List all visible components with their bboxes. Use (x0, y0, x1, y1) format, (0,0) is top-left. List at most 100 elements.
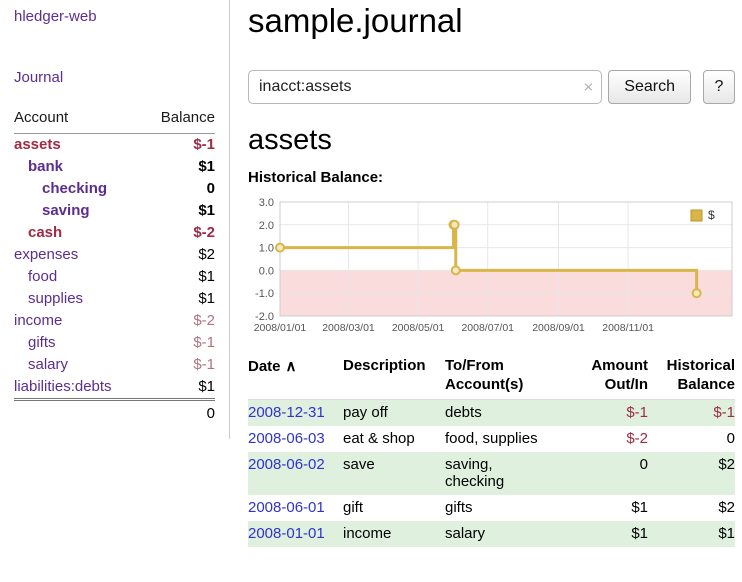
accounts-header-line2: Account(s) (445, 376, 567, 395)
account-link-income[interactable]: income (14, 312, 62, 329)
account-row-liabilities-debts: liabilities:debts $1 (14, 376, 215, 400)
account-link-bank[interactable]: bank (28, 158, 63, 175)
txn-row: 2008-06-03 eat & shop food, supplies $-2… (248, 426, 735, 452)
txn-description-cell: gift (343, 495, 445, 521)
txn-description-cell: pay off (343, 400, 445, 427)
txn-date-cell: 2008-06-03 (248, 426, 343, 452)
account-link-salary[interactable]: salary (28, 356, 68, 373)
balance-header-line2: Balance (648, 376, 735, 395)
account-balance-saving: $1 (143, 200, 215, 222)
brand-link[interactable]: hledger-web (14, 8, 215, 25)
account-link-supplies[interactable]: supplies (28, 290, 83, 307)
account-row-cash: cash $-2 (14, 222, 215, 244)
account-balance-supplies: $1 (143, 288, 215, 310)
column-header-accounts: To/From Account(s) (445, 355, 573, 400)
account-row-salary: salary $-1 (14, 354, 215, 376)
amount-header-line2: Out/In (573, 376, 648, 395)
account-balance-cash: $-2 (143, 222, 215, 244)
accounts-header-row: Account Balance (14, 106, 215, 134)
account-row-assets: assets $-1 (14, 134, 215, 157)
txn-date-link[interactable]: 2008-12-31 (248, 404, 325, 421)
svg-text:$: $ (708, 208, 715, 222)
svg-text:2008/07/01: 2008/07/01 (461, 322, 514, 334)
help-button[interactable]: ? (703, 70, 735, 104)
chart-title: Historical Balance: (248, 169, 735, 186)
svg-text:2.0: 2.0 (259, 220, 274, 232)
txn-amount-cell: 0 (573, 452, 648, 495)
column-header-date[interactable]: Date∧ (248, 355, 343, 400)
txn-description-cell: save (343, 452, 445, 495)
transactions-table: Date∧ Description To/From Account(s) Amo… (248, 355, 735, 548)
txn-row: 2008-06-02 save saving, checking 0 $2 (248, 452, 735, 495)
txn-amount-cell: $1 (573, 521, 648, 547)
app-root: hledger-web Journal Account Balance asse… (0, 0, 742, 547)
page-title: sample.journal (248, 2, 735, 40)
accounts-total-value: 0 (143, 400, 215, 426)
txn-accounts-cell: gifts (445, 495, 573, 521)
txn-description-cell: eat & shop (343, 426, 445, 452)
svg-text:2008/01/01: 2008/01/01 (254, 322, 307, 334)
account-balance-salary: $-1 (143, 354, 215, 376)
txn-date-link[interactable]: 2008-06-02 (248, 456, 325, 473)
txn-balance-cell: $-1 (648, 400, 735, 427)
txn-amount-cell: $-2 (573, 426, 648, 452)
account-link-gifts[interactable]: gifts (28, 334, 56, 351)
date-header-label: Date (248, 358, 281, 375)
svg-text:-1.0: -1.0 (255, 288, 274, 300)
nav-journal-link[interactable]: Journal (14, 69, 215, 86)
txn-date-link[interactable]: 2008-01-01 (248, 525, 325, 542)
account-balance-liabilities-debts: $1 (143, 376, 215, 400)
account-row-income: income $-2 (14, 310, 215, 332)
account-row-saving: saving $1 (14, 200, 215, 222)
column-header-balance: Historical Balance (648, 355, 735, 400)
txn-date-cell: 2008-12-31 (248, 400, 343, 427)
txn-date-link[interactable]: 2008-06-01 (248, 499, 325, 516)
txn-accounts-cell: debts (445, 400, 573, 427)
account-link-assets[interactable]: assets (14, 136, 61, 153)
sidebar: hledger-web Journal Account Balance asse… (0, 0, 230, 439)
txn-amount-cell: $1 (573, 495, 648, 521)
txn-accounts-cell: salary (445, 521, 573, 547)
account-link-saving[interactable]: saving (42, 202, 90, 219)
accounts-header-balance: Balance (143, 106, 215, 134)
account-link-food[interactable]: food (28, 268, 57, 285)
txn-date-cell: 2008-06-02 (248, 452, 343, 495)
accounts-header-account: Account (14, 106, 143, 134)
account-balance-bank: $1 (143, 156, 215, 178)
account-balance-gifts: $-1 (143, 332, 215, 354)
account-balance-income: $-2 (143, 310, 215, 332)
txn-description-cell: income (343, 521, 445, 547)
svg-text:3.0: 3.0 (259, 197, 274, 209)
account-row-checking: checking 0 (14, 178, 215, 200)
historical-balance-chart: 3.02.01.00.0-1.0-2.02008/01/012008/03/01… (248, 194, 735, 341)
account-balance-expenses: $2 (143, 244, 215, 266)
txn-date-link[interactable]: 2008-06-03 (248, 430, 325, 447)
account-row-bank: bank $1 (14, 156, 215, 178)
main-content: sample.journal × Search ? assets Histori… (230, 0, 742, 547)
account-link-cash[interactable]: cash (28, 224, 62, 241)
txn-row: 2008-12-31 pay off debts $-1 $-1 (248, 400, 735, 427)
svg-text:2008/11/01: 2008/11/01 (602, 322, 654, 334)
transactions-header-row: Date∧ Description To/From Account(s) Amo… (248, 355, 735, 400)
txn-amount-cell: $-1 (573, 400, 648, 427)
account-link-liabilities-debts[interactable]: liabilities:debts (14, 378, 112, 395)
accounts-table: Account Balance assets $-1 bank $1 check… (14, 106, 215, 425)
txn-row: 2008-01-01 income salary $1 $1 (248, 521, 735, 547)
search-bar: × Search ? (248, 70, 735, 104)
svg-text:2008/03/01: 2008/03/01 (322, 322, 375, 334)
account-link-expenses[interactable]: expenses (14, 246, 78, 263)
accounts-header-line1: To/From (445, 357, 567, 376)
clear-search-icon[interactable]: × (583, 78, 593, 95)
account-row-expenses: expenses $2 (14, 244, 215, 266)
search-button[interactable]: Search (608, 70, 691, 104)
account-row-food: food $1 (14, 266, 215, 288)
txn-date-cell: 2008-06-01 (248, 495, 343, 521)
svg-text:2008/05/01: 2008/05/01 (392, 322, 445, 334)
txn-balance-cell: $2 (648, 495, 735, 521)
svg-text:1.0: 1.0 (259, 243, 274, 255)
account-balance-assets: $-1 (143, 134, 215, 157)
search-input[interactable] (248, 70, 602, 104)
txn-accounts-cell: saving, checking (445, 452, 573, 495)
account-link-checking[interactable]: checking (42, 180, 107, 197)
balance-header-line1: Historical (648, 357, 735, 376)
